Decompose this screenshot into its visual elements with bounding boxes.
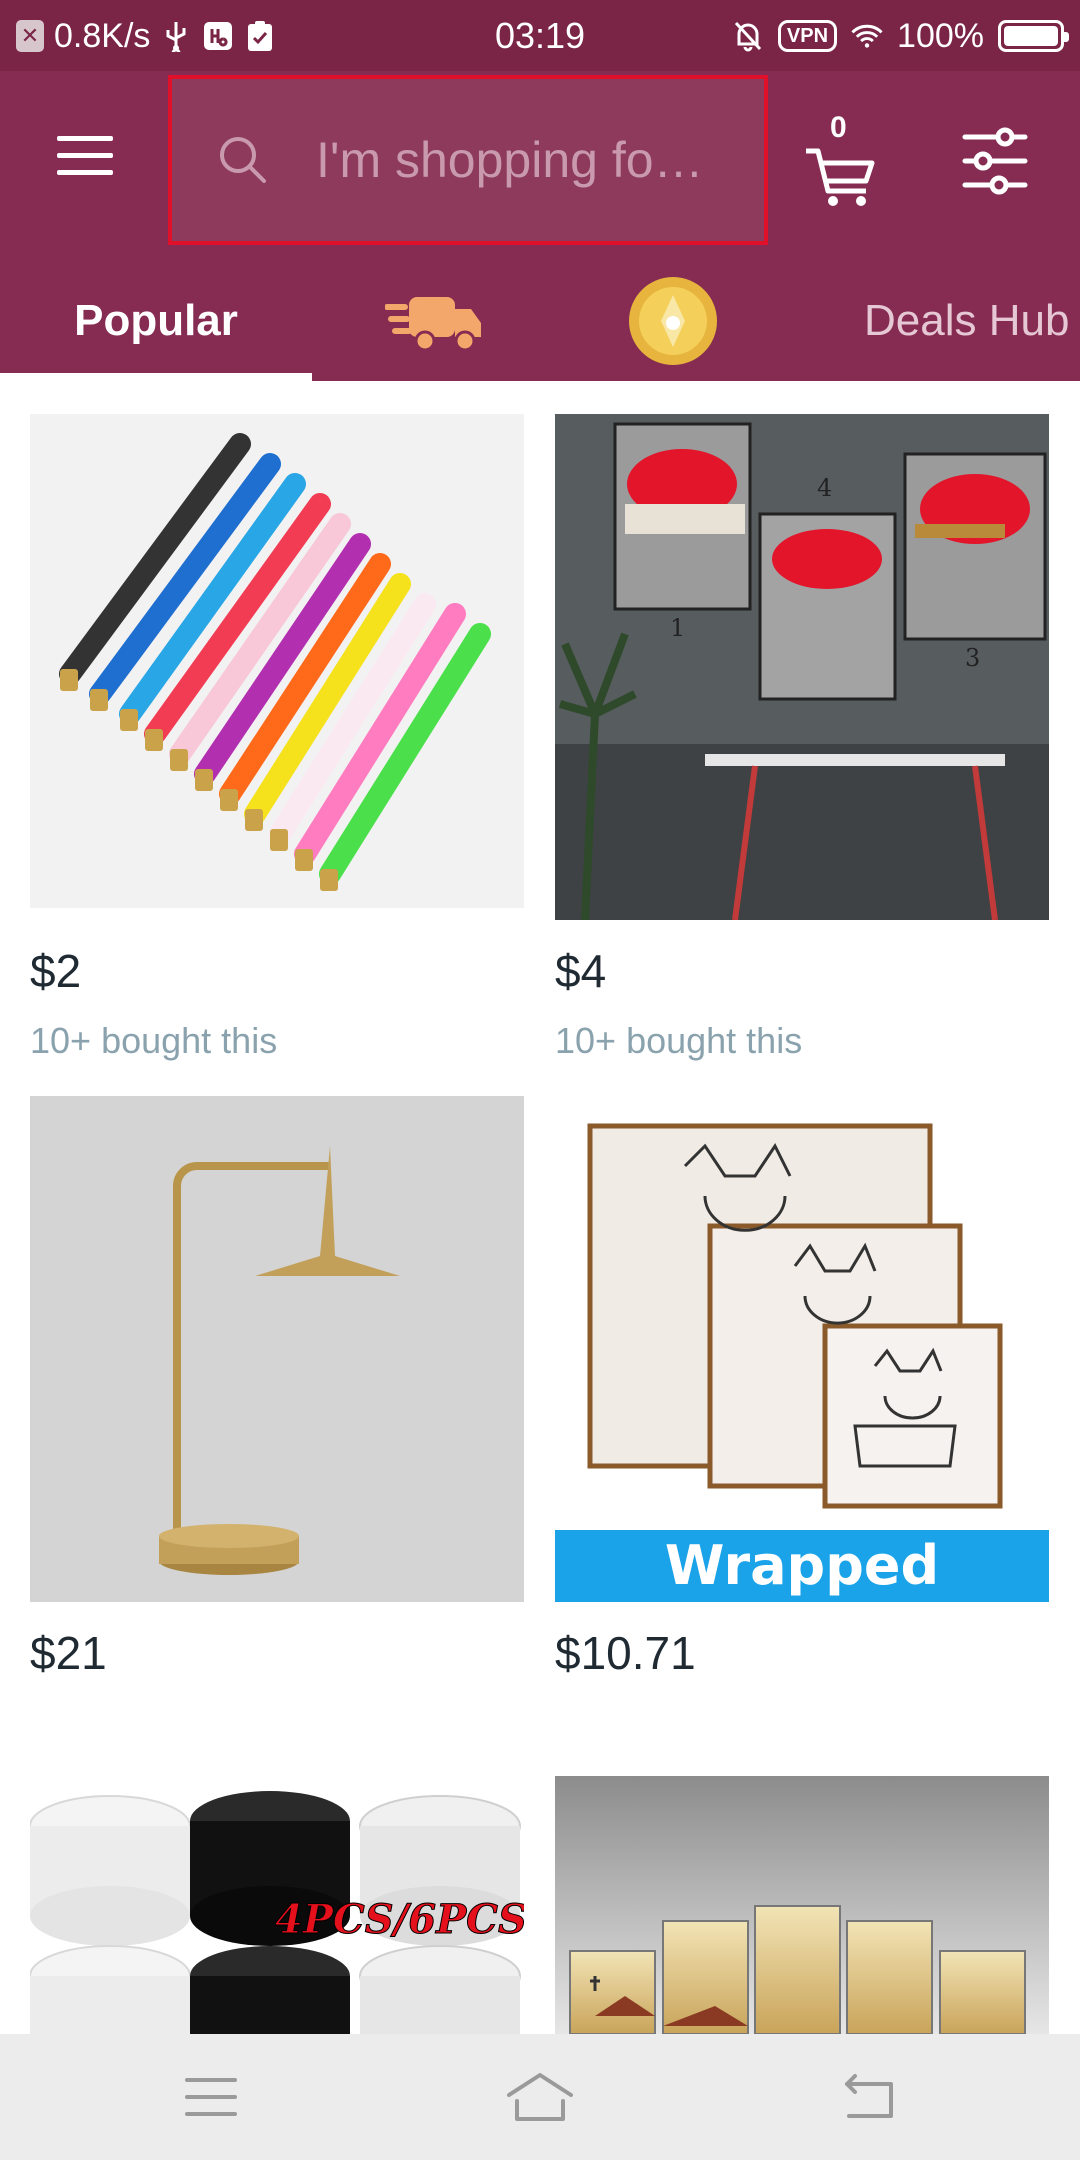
vpn-icon: VPN xyxy=(777,20,838,52)
home-icon xyxy=(507,2073,573,2121)
system-navigation-bar xyxy=(0,2034,1080,2160)
product-card[interactable]: 4PCS/6PCS xyxy=(30,1776,524,2034)
sliders-icon xyxy=(962,127,1028,195)
product-price: $2 xyxy=(30,945,82,997)
search-input[interactable]: I'm shopping fo… xyxy=(316,131,704,189)
cart-count: 0 xyxy=(830,111,847,144)
search-icon xyxy=(220,137,266,183)
cart-button[interactable]: 0 xyxy=(800,111,880,211)
art-panel-number: 4 xyxy=(817,474,833,502)
tab-selected-indicator xyxy=(0,373,312,381)
tab-popular-label: Popular xyxy=(74,296,238,345)
product-image-lips-wall-art: 1 4 3 xyxy=(555,414,1049,920)
battery-icon xyxy=(998,20,1069,52)
recent-apps-button[interactable] xyxy=(176,2062,246,2132)
back-button[interactable] xyxy=(834,2062,904,2132)
product-price: $21 xyxy=(30,1627,107,1679)
wifi-icon xyxy=(851,20,883,52)
tab-deals-hub[interactable]: Deals Hub xyxy=(864,261,1080,381)
recent-apps-icon xyxy=(185,2078,237,2116)
status-right: VPN 100% xyxy=(732,14,1069,58)
battery-percent: 100% xyxy=(897,16,984,55)
category-tabs: Popular Deals Hub xyxy=(0,261,1080,381)
product-overlay-text: 4PCS/6PCS xyxy=(275,1896,524,1944)
gold-coin-icon xyxy=(628,277,717,365)
tab-popular[interactable]: Popular xyxy=(0,261,312,381)
status-bar: ✕ 0.8K/s 03:19 VPN 100% xyxy=(0,0,1080,71)
product-image-gold-desk-lamp xyxy=(30,1096,524,1602)
product-sold-count: 10+ bought this xyxy=(30,1020,278,1061)
product-banner: Wrapped Framed xyxy=(555,1530,1049,1602)
product-image-led-lamp-bases: 4PCS/6PCS xyxy=(30,1776,524,2034)
tab-rewards[interactable] xyxy=(625,261,720,381)
search-bar[interactable]: I'm shopping fo… xyxy=(168,75,768,245)
product-image-landscape-canvas-panels xyxy=(555,1776,1049,2034)
art-panel-number: 3 xyxy=(965,644,981,672)
tab-fast-shipping[interactable] xyxy=(380,261,490,381)
app-header: I'm shopping fo… 0 Popular Deals Hub xyxy=(0,71,1080,381)
bell-off-icon xyxy=(732,20,764,52)
battery-level xyxy=(1004,26,1058,46)
product-card[interactable] xyxy=(555,1776,1049,2034)
back-icon xyxy=(845,2074,893,2118)
product-card[interactable]: Wrapped Framed $10.71 xyxy=(555,1096,1049,1696)
home-button[interactable] xyxy=(505,2062,575,2132)
product-image-cat-canvas-art: Wrapped Framed xyxy=(555,1096,1049,1602)
art-panel-number: 1 xyxy=(670,614,686,642)
product-sold-count: 10+ bought this xyxy=(555,1020,803,1061)
product-card[interactable]: $2 10+ bought this xyxy=(30,414,524,1074)
filter-button[interactable] xyxy=(955,121,1035,201)
product-price: $4 xyxy=(555,945,607,997)
hamburger-icon xyxy=(57,136,113,175)
product-card[interactable]: $21 xyxy=(30,1096,524,1696)
product-image-usb-led-lights xyxy=(30,414,524,908)
menu-button[interactable] xyxy=(40,111,130,201)
product-price: $10.71 xyxy=(555,1627,696,1679)
delivery-truck-icon xyxy=(385,297,481,352)
product-card[interactable]: 1 4 3 $4 10+ bought this xyxy=(555,414,1049,1074)
